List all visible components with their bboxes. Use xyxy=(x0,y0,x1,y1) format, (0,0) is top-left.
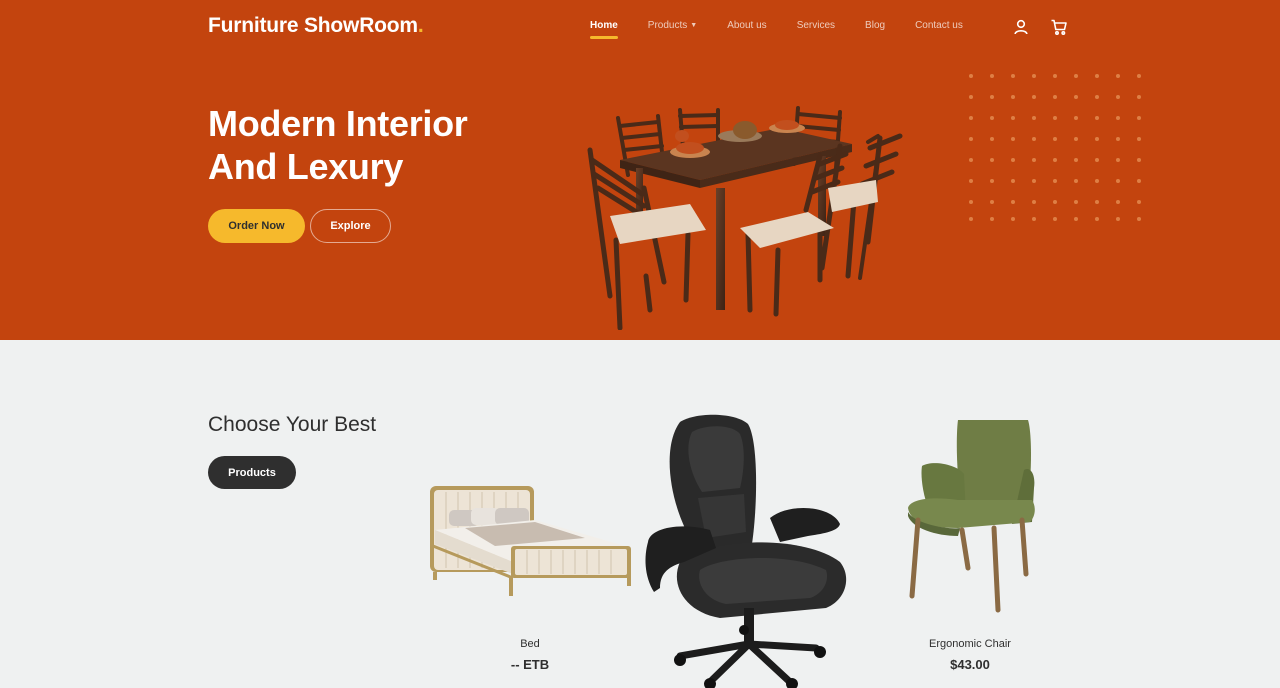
explore-button[interactable]: Explore xyxy=(310,209,391,243)
main-nav: Home Products ▼ About us Services Blog Co… xyxy=(590,20,993,39)
nav-contact[interactable]: Contact us xyxy=(915,20,963,39)
green-chair-image[interactable] xyxy=(898,412,1046,616)
brand-dot: . xyxy=(417,14,424,37)
nav-about[interactable]: About us xyxy=(727,20,766,39)
brand-logo[interactable]: Furniture ShowRoom. xyxy=(208,14,424,38)
nav-products[interactable]: Products ▼ xyxy=(648,20,697,39)
user-icon[interactable] xyxy=(1012,18,1030,36)
product-price-bed: -- ETB xyxy=(510,657,550,672)
hero-title-line1: Modern Interior xyxy=(208,103,468,144)
cart-icon[interactable] xyxy=(1050,18,1068,36)
nav-blog[interactable]: Blog xyxy=(865,20,885,39)
nav-home[interactable]: Home xyxy=(590,20,618,39)
section-title: Choose Your Best xyxy=(208,413,377,436)
hero-title: Modern Interior And Lexury xyxy=(208,102,468,188)
hero-title-line2: And Lexury xyxy=(208,146,404,187)
product-name-bed: Bed xyxy=(520,638,540,650)
product-price-ergonomic-chair: $43.00 xyxy=(950,657,990,672)
dining-table-set-image xyxy=(587,106,903,330)
brand-name: Furniture ShowRoom xyxy=(208,14,418,37)
office-chair-image[interactable] xyxy=(640,412,860,688)
chevron-down-icon: ▼ xyxy=(690,22,698,29)
nav-services[interactable]: Services xyxy=(797,20,835,39)
product-name-ergonomic-chair: Ergonomic Chair xyxy=(929,638,1011,650)
nav-products-label: Products xyxy=(647,20,688,31)
decorative-dot-grid xyxy=(969,74,1141,221)
products-button[interactable]: Products xyxy=(208,456,296,489)
order-now-button[interactable]: Order Now xyxy=(208,209,305,243)
bed-image[interactable] xyxy=(425,482,635,602)
